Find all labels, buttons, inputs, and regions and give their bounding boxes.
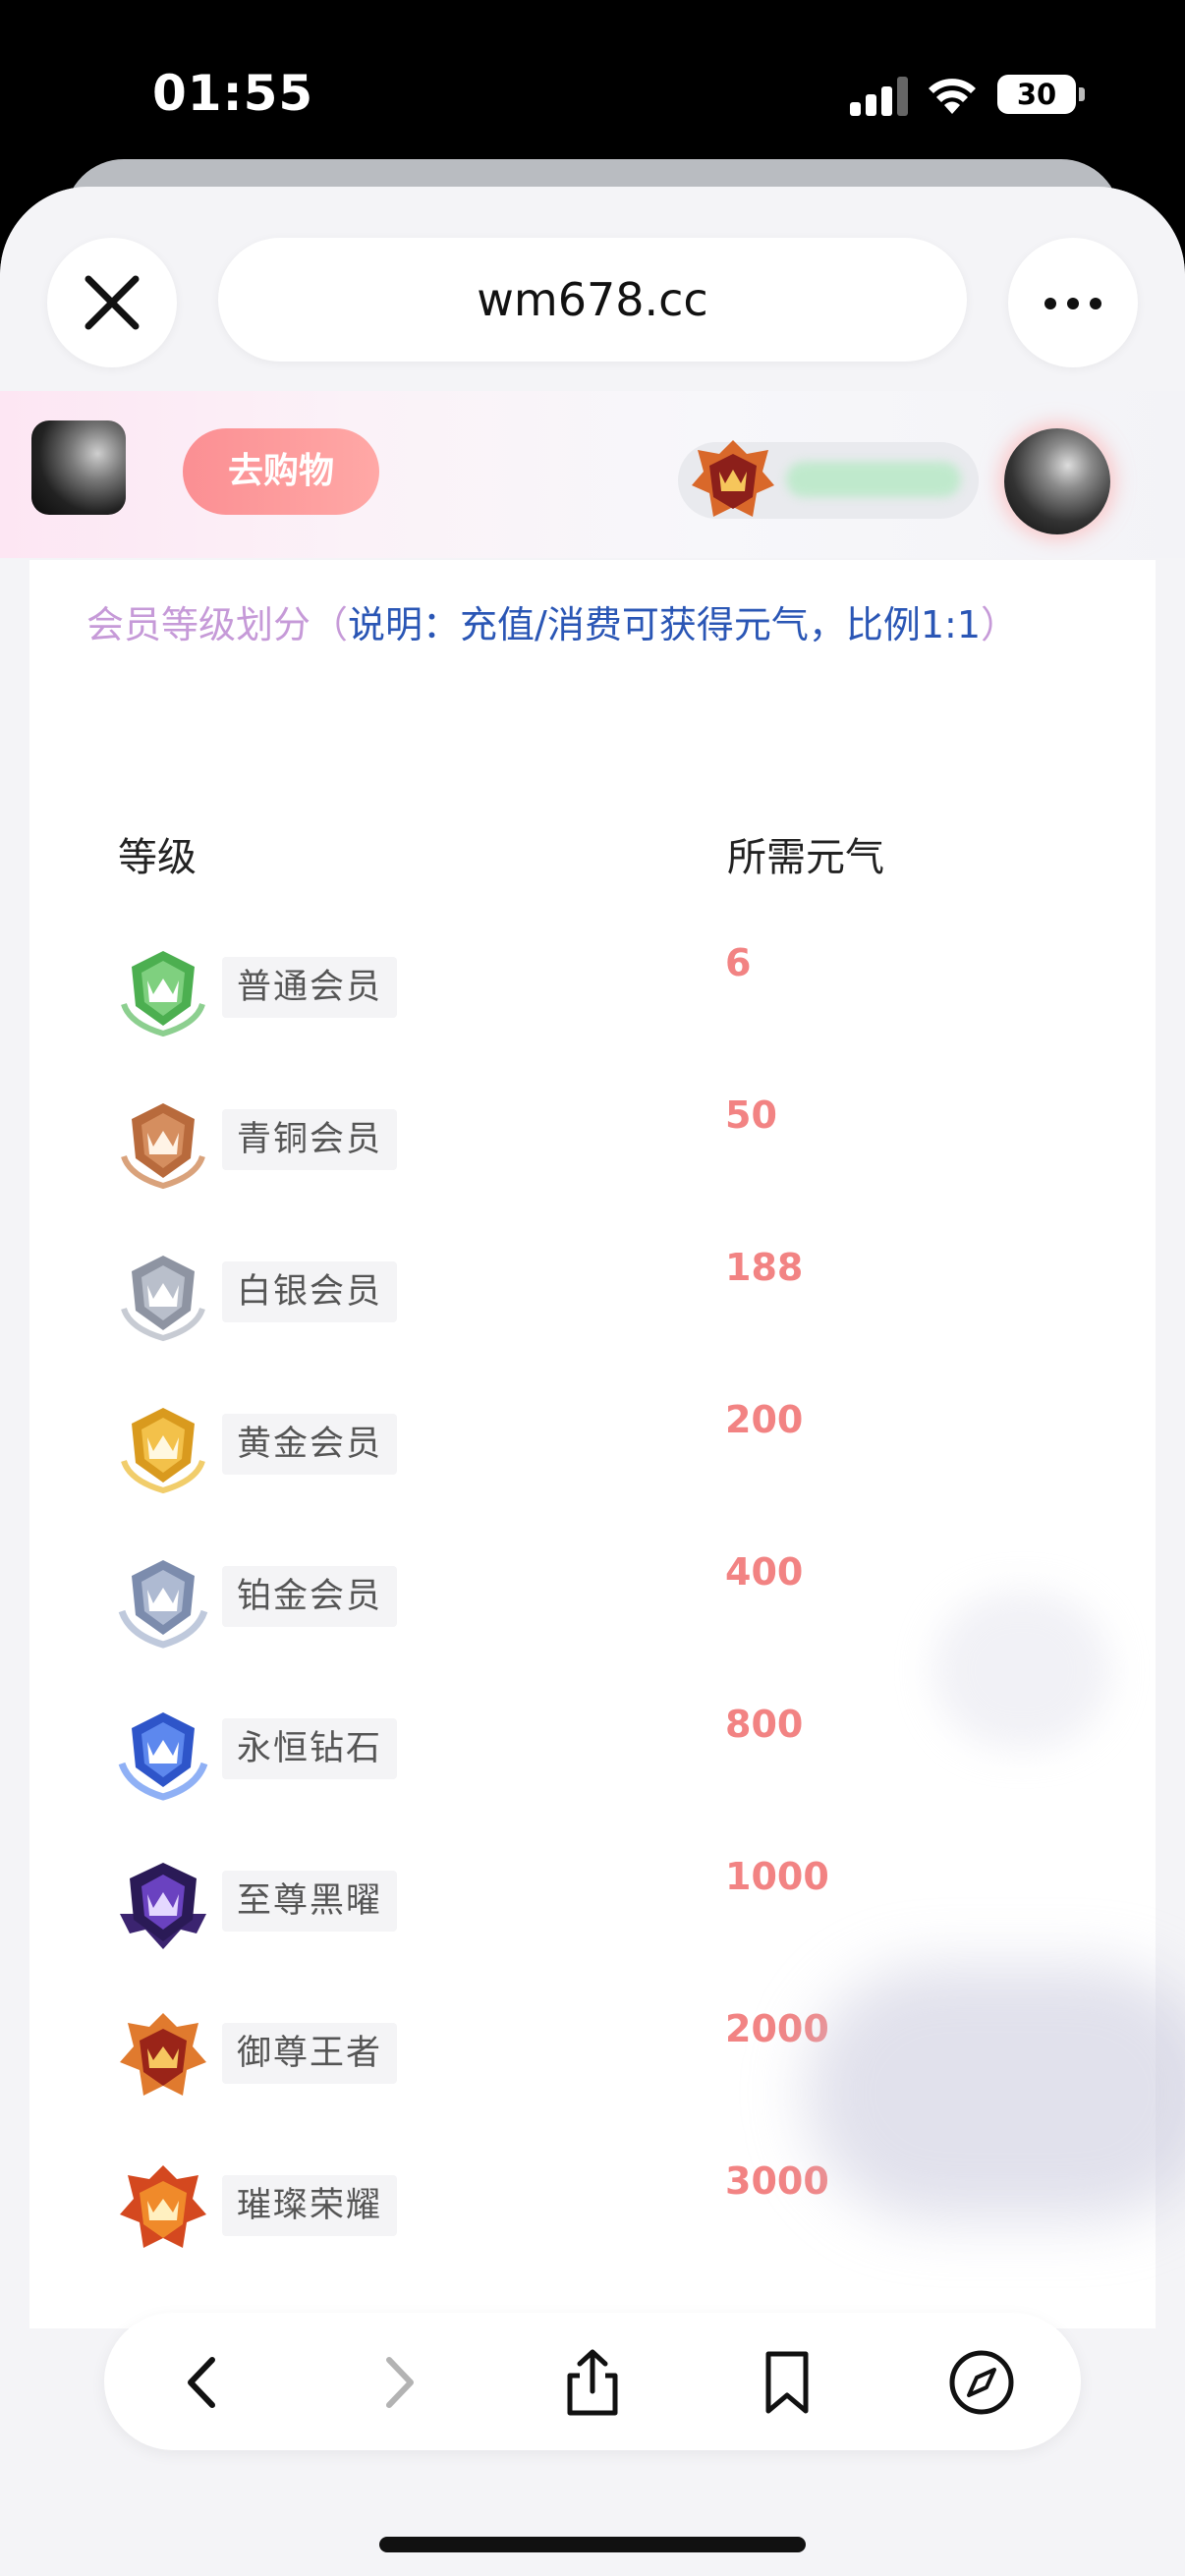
battery-icon: 30 <box>997 75 1085 114</box>
level-required-value: 1000 <box>725 1855 829 1898</box>
diamond-crown-badge-icon <box>118 1712 208 1801</box>
level-row: 至尊黑曜 1000 <box>29 1855 1156 1973</box>
level-name: 普通会员 <box>222 957 397 1018</box>
column-header-required: 所需元气 <box>727 835 884 880</box>
forward-arrow-icon[interactable] <box>364 2348 432 2417</box>
wifi-icon <box>929 79 976 114</box>
decorative-blur <box>806 1965 1185 2220</box>
status-bar: 01:55 30 <box>0 0 1185 177</box>
level-row: 白银会员 188 <box>29 1246 1156 1364</box>
glory-crown-badge-icon <box>120 2165 206 2248</box>
column-header-level: 等级 <box>118 835 197 880</box>
level-name: 青铜会员 <box>222 1109 397 1170</box>
level-name: 至尊黑曜 <box>222 1871 397 1932</box>
level-required-value: 200 <box>725 1398 804 1441</box>
king-level-badge-icon <box>692 440 774 517</box>
level-row: 普通会员 6 <box>29 941 1156 1059</box>
level-required-value: 3000 <box>725 2159 829 2203</box>
level-row: 青铜会员 50 <box>29 1093 1156 1211</box>
profile-avatar[interactable] <box>1004 428 1110 534</box>
king-crown-badge-icon <box>120 2013 206 2096</box>
status-time: 01:55 <box>152 65 314 122</box>
cellular-signal-icon <box>850 77 908 116</box>
level-name: 黄金会员 <box>222 1414 397 1475</box>
silver-crown-badge-icon <box>121 1256 205 1342</box>
level-required-value: 2000 <box>725 2007 829 2050</box>
obsidian-crown-badge-icon <box>120 1863 206 1949</box>
close-button[interactable] <box>47 238 177 367</box>
level-required-value: 6 <box>725 941 752 984</box>
level-row: 黄金会员 200 <box>29 1398 1156 1516</box>
level-required-value: 800 <box>725 1703 804 1746</box>
close-icon <box>85 275 140 330</box>
level-name: 铂金会员 <box>222 1566 397 1627</box>
bronze-crown-badge-icon <box>121 1103 205 1190</box>
level-required-value: 50 <box>725 1093 777 1137</box>
avatar[interactable] <box>31 420 126 515</box>
level-required-value: 400 <box>725 1550 804 1594</box>
compass-icon[interactable] <box>947 2348 1016 2417</box>
gold-crown-badge-icon <box>121 1408 205 1494</box>
level-description: 会员等级划分（说明：充值/消费可获得元气，比例1:1） <box>86 603 1019 646</box>
level-name: 御尊王者 <box>222 2023 397 2084</box>
level-name: 白银会员 <box>222 1261 397 1322</box>
level-note: 说明：充值/消费可获得元气，比例1:1 <box>348 603 981 646</box>
green-crown-badge-icon <box>121 951 205 1037</box>
browser-top-bar: wm678.cc <box>0 187 1185 393</box>
level-required-value: 188 <box>725 1246 804 1289</box>
level-progress-blurred <box>786 462 961 497</box>
level-name: 璀璨荣耀 <box>222 2175 397 2236</box>
platinum-crown-badge-icon <box>118 1560 208 1649</box>
share-icon[interactable] <box>558 2348 627 2417</box>
url-bar[interactable]: wm678.cc <box>218 238 967 362</box>
level-name: 永恒钻石 <box>222 1718 397 1779</box>
more-options-button[interactable] <box>1008 238 1138 367</box>
home-indicator[interactable] <box>379 2537 806 2552</box>
go-shopping-button[interactable]: 去购物 <box>183 428 379 515</box>
level-section-title: 会员等级划分 <box>86 603 311 646</box>
bookmark-icon[interactable] <box>753 2348 821 2417</box>
back-arrow-icon[interactable] <box>169 2348 238 2417</box>
decorative-blur <box>933 1592 1110 1749</box>
